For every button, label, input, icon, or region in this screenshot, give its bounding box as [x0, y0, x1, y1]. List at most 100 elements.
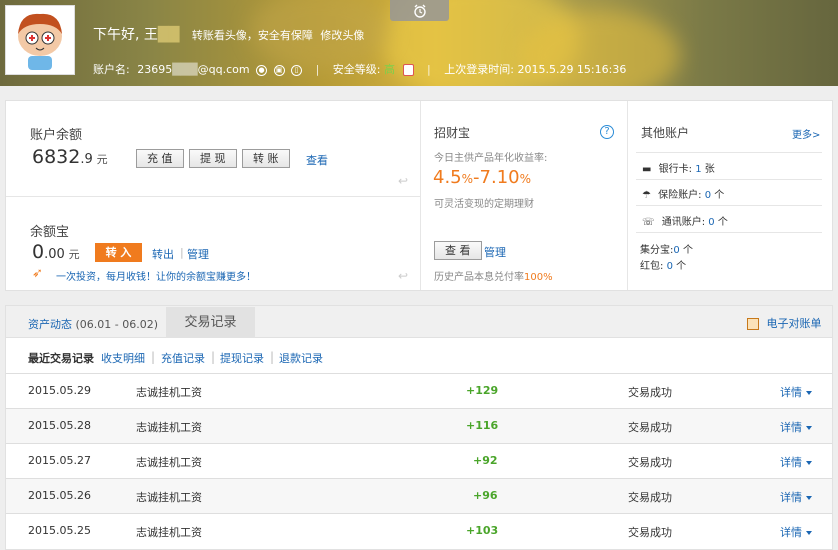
divider — [420, 101, 421, 290]
redpack-unit: 个 — [676, 261, 687, 272]
last-login-time: 2015.5.29 15:16:36 — [517, 63, 627, 76]
zhaocaibao-manage-link[interactable]: 管理 — [484, 244, 506, 260]
avatar-security-link[interactable]: 转账看头像，安全有保障 — [192, 29, 313, 42]
redpack-count[interactable]: 0 — [667, 261, 673, 272]
filter-refund[interactable]: 退款记录 — [279, 350, 323, 366]
balance-amount: 6832.9 元 — [32, 146, 108, 168]
jifen-unit: 个 — [682, 245, 693, 256]
avatar-cartoon-icon — [18, 13, 62, 70]
chevron-down-icon — [806, 496, 812, 500]
return-arrow-icon[interactable]: ↩ — [398, 174, 408, 188]
transfer-button[interactable]: 转 账 — [242, 149, 290, 168]
chevron-down-icon — [806, 426, 812, 430]
recharge-button[interactable]: 充 值 — [136, 149, 184, 168]
comm-row[interactable]: ☏ 通讯账户: 0 个 — [642, 213, 728, 228]
tab-bar: 资产动态 (06.01 - 06.02) 交易记录 电子对账单 — [6, 306, 832, 338]
row-status: 交易成功 — [628, 386, 672, 399]
account-suffix: @qq.com — [197, 63, 250, 76]
row-detail-link[interactable]: 详情 — [780, 419, 812, 435]
edit-avatar-link[interactable]: 修改头像 — [320, 29, 364, 42]
row-detail-link[interactable]: 详情 — [780, 489, 812, 505]
row-status: 交易成功 — [628, 491, 672, 504]
withdraw-button[interactable]: 提 现 — [189, 149, 237, 168]
history-rate: 历史产品本息兑付率100% — [434, 268, 553, 283]
filter-recharge[interactable]: 充值记录 — [161, 350, 205, 366]
balance-dec: .9 — [80, 152, 93, 167]
history-label: 历史产品本息兑付率 — [434, 272, 524, 283]
statement-label[interactable]: 电子对账单 — [767, 317, 822, 330]
table-row[interactable]: 2015.05.27 志诚挂机工资 +92 交易成功 详情 — [6, 443, 832, 478]
row-status: 交易成功 — [628, 526, 672, 539]
phone-call-icon: ☏ — [642, 217, 655, 228]
transfer-in-button[interactable]: 转 入 — [95, 243, 142, 262]
insurance-label: 保险账户: — [658, 190, 702, 201]
filter-income-expense[interactable]: 收支明细 — [101, 350, 145, 366]
balance-title: 账户余额 — [30, 128, 83, 143]
help-icon[interactable]: ? — [600, 125, 614, 139]
tab-assets-label[interactable]: 资产动态 — [28, 318, 72, 331]
detail-label: 详情 — [780, 386, 802, 399]
insurance-row[interactable]: ☂ 保险账户: 0 个 — [642, 186, 724, 201]
statement-link[interactable]: 电子对账单 — [747, 315, 822, 331]
account-masked: ███ — [172, 63, 198, 76]
row-name: 志诚挂机工资 — [136, 491, 202, 504]
row-name: 志诚挂机工资 — [136, 386, 202, 399]
comm-count[interactable]: 0 — [708, 217, 714, 228]
row-detail-link[interactable]: 详情 — [780, 384, 812, 400]
more-link[interactable]: 更多> — [792, 126, 820, 141]
tab-transactions[interactable]: 交易记录 — [166, 307, 255, 338]
row-amount: +116 — [466, 419, 499, 432]
divider — [636, 179, 822, 180]
row-detail-link[interactable]: 详情 — [780, 454, 812, 470]
yield-high: -7.10 — [473, 167, 520, 188]
tab-assets[interactable]: 资产动态 (06.01 - 06.02) — [28, 316, 158, 332]
insurance-count[interactable]: 0 — [705, 190, 711, 201]
bank-unit: 张 — [704, 164, 715, 175]
divider — [6, 196, 420, 197]
filter-withdraw[interactable]: 提现记录 — [220, 350, 264, 366]
row-detail-link[interactable]: 详情 — [780, 524, 812, 540]
yuebao-unit: 元 — [68, 248, 80, 261]
detail-label: 详情 — [780, 526, 802, 539]
yuebao-int: 0 — [32, 241, 45, 263]
yuebao-manage-link[interactable]: 管理 — [187, 246, 209, 262]
account-overview-panel: 账户余额 6832.9 元 充 值 提 现 转 账 查看 ↩ 余额宝 0.00 … — [5, 100, 833, 291]
alarm-tab[interactable] — [390, 0, 449, 21]
history-value: 100% — [524, 272, 553, 283]
bank-count[interactable]: 1 — [695, 164, 701, 175]
balance-view-link[interactable]: 查看 — [306, 152, 328, 168]
jifenbao-row[interactable]: 集分宝:0 个 — [640, 241, 693, 256]
row-amount: +92 — [473, 454, 498, 467]
row-status: 交易成功 — [628, 421, 672, 434]
avatar[interactable] — [5, 5, 75, 75]
assets-range: (06.01 - 06.02) — [75, 318, 159, 331]
comm-unit: 个 — [717, 217, 728, 228]
yuebao-dec: .00 — [44, 247, 65, 262]
chevron-down-icon — [806, 531, 812, 535]
transfer-out-link[interactable]: 转出 — [152, 246, 174, 262]
account-prefix: 23695 — [137, 63, 173, 76]
zhaocaibao-title: 招财宝 — [434, 126, 471, 140]
table-row[interactable]: 2015.05.25 志诚挂机工资 +103 交易成功 详情 — [6, 513, 832, 548]
zhaocaibao-view-button[interactable]: 查 看 — [434, 241, 482, 260]
zhaocaibao-desc: 可灵活变现的定期理财 — [434, 199, 534, 210]
jifen-count[interactable]: 0 — [673, 245, 679, 256]
bank-card-row[interactable]: ▬ 银行卡: 1 张 — [642, 160, 715, 175]
yuebao-promo-link[interactable]: 一次投资，每月收钱！让你的余额宝赚更多！ — [56, 268, 256, 283]
row-date: 2015.05.27 — [28, 454, 91, 467]
phone-icon[interactable]: ▯ — [291, 64, 303, 76]
row-name: 志诚挂机工资 — [136, 456, 202, 469]
row-name: 志诚挂机工资 — [136, 421, 202, 434]
row-amount: +96 — [473, 489, 498, 502]
table-row[interactable]: 2015.05.28 志诚挂机工资 +116 交易成功 详情 — [6, 408, 832, 443]
table-row[interactable]: 2015.05.26 志诚挂机工资 +96 交易成功 详情 — [6, 478, 832, 513]
yield-pct: % — [461, 172, 474, 186]
yield-range: 4.5%-7.10% — [433, 167, 531, 188]
security-label: 安全等级: — [332, 63, 381, 76]
security-shield-icon[interactable] — [402, 64, 414, 76]
redpack-row[interactable]: 红包: 0 个 — [640, 257, 686, 272]
id-card-icon[interactable]: ▣ — [273, 64, 285, 76]
user-icon[interactable]: ● — [256, 64, 268, 76]
return-arrow-icon[interactable]: ↩ — [398, 269, 408, 283]
table-row[interactable]: 2015.05.29 志诚挂机工资 +129 交易成功 详情 — [6, 373, 832, 408]
